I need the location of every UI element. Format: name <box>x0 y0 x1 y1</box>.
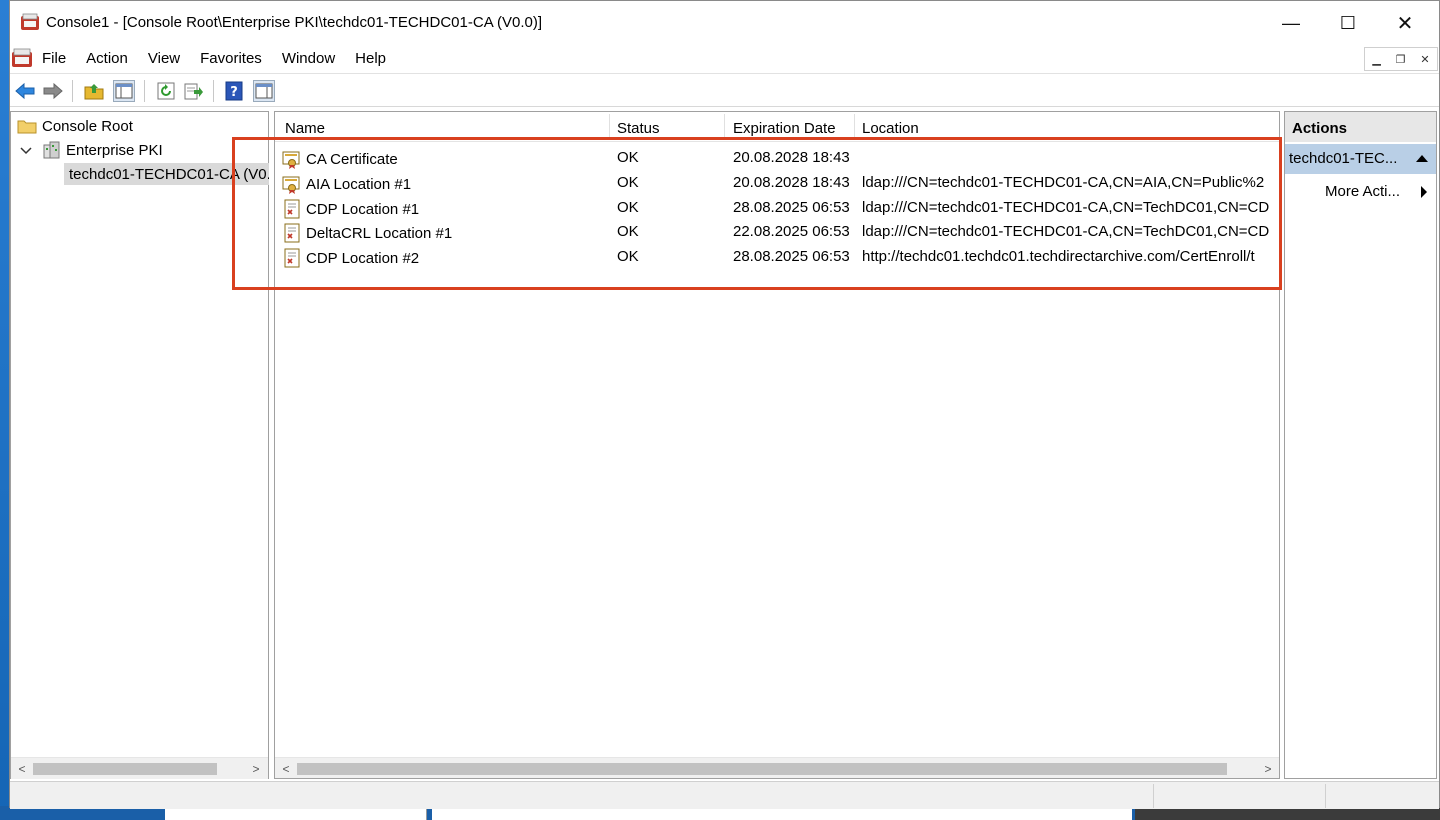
scroll-right-icon[interactable]: > <box>249 762 263 776</box>
row-location: http://techdc01.techdc01.techdirectarchi… <box>862 248 1255 265</box>
actions-section-label: techdc01-TEC... <box>1289 150 1398 167</box>
scroll-left-icon[interactable]: < <box>15 762 29 776</box>
background-window-strip <box>1135 808 1440 820</box>
row-status: OK <box>617 248 639 265</box>
certificate-icon <box>282 151 300 169</box>
row-status: OK <box>617 199 639 216</box>
enterprise-pki-icon <box>43 141 60 159</box>
row-name: CDP Location #2 <box>306 249 420 267</box>
menu-action[interactable]: Action <box>76 49 138 69</box>
show-hide-tree-icon[interactable] <box>113 80 135 102</box>
tree-horizontal-scrollbar[interactable]: < > <box>11 757 268 779</box>
toolbar: ? <box>10 73 1439 107</box>
console-tree: Console Root Enterprise PKI techdc01-TEC… <box>10 111 269 779</box>
certificate-icon <box>282 176 300 194</box>
scrollbar-thumb[interactable] <box>297 763 1227 775</box>
child-minimize-button[interactable]: ▁ <box>1372 53 1380 66</box>
tree-node-ca[interactable]: techdc01-TECHDC01-CA (V0.0) <box>64 163 269 185</box>
mmc-app-icon <box>21 13 39 30</box>
row-name: AIA Location #1 <box>306 175 412 193</box>
row-expiration: 22.08.2025 06:53 <box>733 223 850 240</box>
crl-icon <box>284 248 300 268</box>
row-status: OK <box>617 174 639 191</box>
tree-node-label: techdc01-TECHDC01-CA (V0.0) <box>69 165 269 183</box>
show-hide-action-pane-icon[interactable] <box>253 80 275 102</box>
row-expiration: 20.08.2028 18:43 <box>733 174 850 191</box>
collapse-arrow-icon[interactable] <box>1416 155 1428 162</box>
submenu-arrow-icon <box>1421 186 1427 198</box>
actions-pane: Actions techdc01-TEC... More Acti... <box>1284 111 1437 779</box>
status-segment <box>1153 784 1325 808</box>
minimize-button[interactable]: — <box>1266 7 1316 39</box>
menu-window[interactable]: Window <box>272 49 345 69</box>
tree-node-console-root[interactable]: Console Root <box>17 115 133 137</box>
row-name: CDP Location #1 <box>306 200 420 218</box>
row-expiration: 28.08.2025 06:53 <box>733 248 850 265</box>
table-row[interactable]: DeltaCRL Location #1 OK 22.08.2025 06:53… <box>275 221 1279 245</box>
column-header-expiration[interactable]: Expiration Date <box>733 120 836 137</box>
folder-icon <box>17 120 37 134</box>
tree-node-label: Console Root <box>42 117 133 135</box>
column-header-location[interactable]: Location <box>862 120 919 137</box>
help-icon[interactable]: ? <box>223 80 245 102</box>
menu-bar: File Action View Favorites Window Help ▁… <box>10 45 1439 73</box>
row-location: ldap:///CN=techdc01-TECHDC01-CA,CN=AIA,C… <box>862 174 1265 191</box>
system-menu-icon[interactable] <box>11 48 33 68</box>
scroll-right-icon[interactable]: > <box>1261 762 1275 776</box>
status-segment <box>1325 784 1439 808</box>
actions-section-ca[interactable]: techdc01-TEC... <box>1285 144 1436 174</box>
title-bar[interactable]: Console1 - [Console Root\Enterprise PKI\… <box>10 1 1439 45</box>
forward-icon[interactable] <box>42 80 64 102</box>
table-row[interactable]: CDP Location #2 OK 28.08.2025 06:53 http… <box>275 246 1279 270</box>
desktop-background <box>0 0 9 820</box>
more-actions-item[interactable]: More Acti... <box>1325 183 1400 200</box>
row-location: ldap:///CN=techdc01-TECHDC01-CA,CN=TechD… <box>862 199 1270 216</box>
background-window-strip <box>432 808 1132 820</box>
table-row[interactable]: AIA Location #1 OK 20.08.2028 18:43 ldap… <box>275 172 1279 196</box>
results-list: Name Status Expiration Date Location CA … <box>274 111 1280 779</box>
background-window-strip <box>165 808 427 820</box>
row-location: ldap:///CN=techdc01-TECHDC01-CA,CN=TechD… <box>862 223 1270 240</box>
status-bar <box>10 781 1439 809</box>
list-header: Name Status Expiration Date Location <box>275 112 1279 142</box>
back-icon[interactable] <box>14 80 36 102</box>
child-window-controls: ▁ ❐ ✕ <box>1364 47 1438 71</box>
scroll-left-icon[interactable]: < <box>279 762 293 776</box>
actions-header: Actions <box>1285 112 1436 142</box>
list-horizontal-scrollbar[interactable]: < > <box>275 757 1279 778</box>
row-name: DeltaCRL Location #1 <box>306 224 453 242</box>
row-status: OK <box>617 223 639 240</box>
row-status: OK <box>617 149 639 166</box>
pane-area: Console Root Enterprise PKI techdc01-TEC… <box>10 109 1439 781</box>
menu-help[interactable]: Help <box>345 49 396 69</box>
child-close-button[interactable]: ✕ <box>1420 53 1429 66</box>
tree-node-enterprise-pki[interactable]: Enterprise PKI <box>41 139 163 161</box>
up-folder-icon[interactable] <box>83 80 105 102</box>
menu-file[interactable]: File <box>42 49 76 69</box>
table-row[interactable]: CA Certificate OK 20.08.2028 18:43 <box>275 147 1279 171</box>
crl-icon <box>284 223 300 243</box>
child-restore-button[interactable]: ❐ <box>1396 53 1406 66</box>
crl-icon <box>284 199 300 219</box>
tree-node-label: Enterprise PKI <box>66 141 163 159</box>
refresh-icon[interactable] <box>155 80 177 102</box>
row-expiration: 28.08.2025 06:53 <box>733 199 850 216</box>
column-header-name[interactable]: Name <box>285 120 325 137</box>
menu-favorites[interactable]: Favorites <box>190 49 272 69</box>
maximize-button[interactable]: ☐ <box>1323 7 1373 39</box>
table-row[interactable]: CDP Location #1 OK 28.08.2025 06:53 ldap… <box>275 197 1279 221</box>
menu-view[interactable]: View <box>138 49 190 69</box>
scrollbar-thumb[interactable] <box>33 763 217 775</box>
svg-text:?: ? <box>230 85 238 100</box>
row-name: CA Certificate <box>306 150 398 168</box>
chevron-down-icon[interactable] <box>20 144 32 156</box>
column-header-status[interactable]: Status <box>617 120 660 137</box>
export-list-icon[interactable] <box>183 80 205 102</box>
close-button[interactable]: ✕ <box>1380 7 1430 39</box>
mmc-window: Console1 - [Console Root\Enterprise PKI\… <box>9 0 1440 809</box>
window-title: Console1 - [Console Root\Enterprise PKI\… <box>46 14 543 31</box>
row-expiration: 20.08.2028 18:43 <box>733 149 850 166</box>
